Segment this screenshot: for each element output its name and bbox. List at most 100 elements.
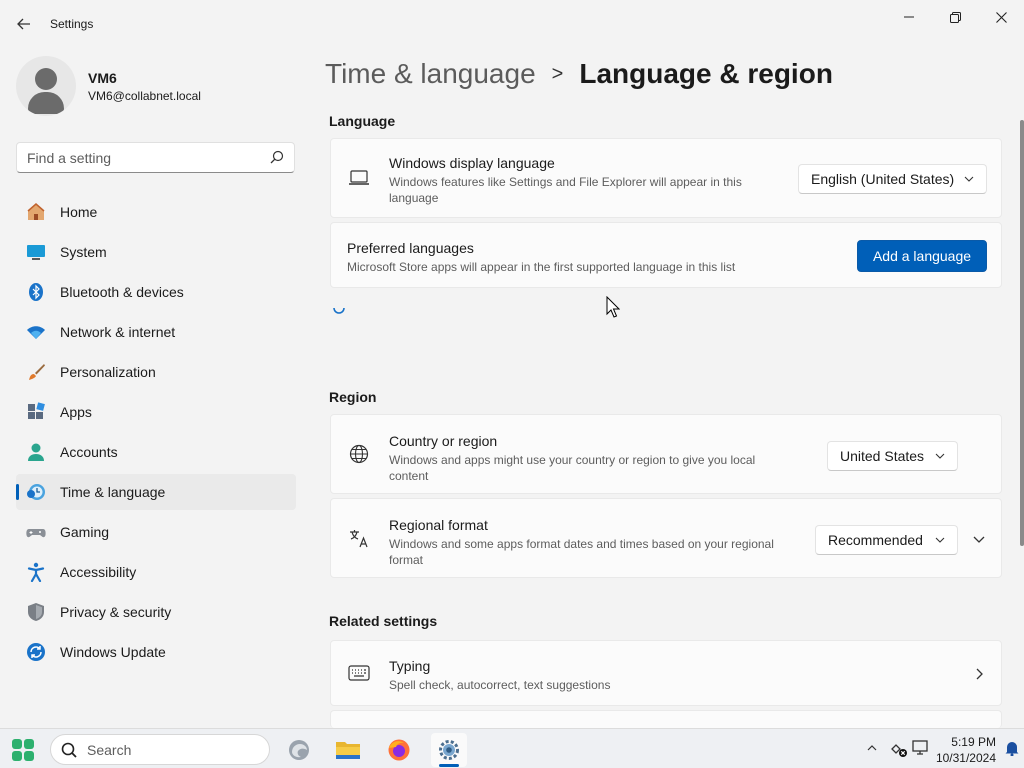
edge-taskbar-button[interactable] xyxy=(281,733,317,767)
search-input[interactable] xyxy=(17,143,257,172)
time-language-icon xyxy=(26,482,46,502)
shield-icon xyxy=(26,602,46,622)
file-explorer-taskbar-button[interactable] xyxy=(330,733,366,767)
sidebar-item-personalization[interactable]: Personalization xyxy=(16,354,296,390)
sidebar-item-label: Gaming xyxy=(60,524,110,540)
sidebar-item-privacy[interactable]: Privacy & security xyxy=(16,594,296,630)
monitor-icon xyxy=(912,740,928,755)
clock-time: 5:19 PM xyxy=(951,735,996,749)
accounts-icon xyxy=(26,442,46,462)
sidebar-item-label: Bluetooth & devices xyxy=(60,284,184,300)
gear-icon xyxy=(439,740,459,760)
show-hidden-icons-button[interactable] xyxy=(867,741,877,755)
breadcrumb-parent[interactable]: Time & language xyxy=(325,58,536,90)
back-button[interactable] xyxy=(10,12,38,36)
search-icon xyxy=(61,742,77,758)
regional-format-value: Recommended xyxy=(828,532,923,548)
mouse-cursor-icon xyxy=(606,296,620,318)
related-settings-title: Related settings xyxy=(329,613,438,629)
typing-card[interactable]: Typing Spell check, autocorrect, text su… xyxy=(330,640,1002,706)
chevron-right-icon xyxy=(971,666,987,682)
display-language-description: Windows features like Settings and File … xyxy=(389,175,742,205)
chevron-up-icon xyxy=(867,745,877,751)
settings-search-box[interactable] xyxy=(16,142,295,173)
bluetooth-icon xyxy=(26,282,46,302)
sidebar-item-accessibility[interactable]: Accessibility xyxy=(16,554,296,590)
chevron-down-icon xyxy=(935,537,945,543)
apps-icon xyxy=(26,402,46,422)
restore-button[interactable] xyxy=(932,4,978,30)
expand-regional-format-button[interactable] xyxy=(967,527,991,551)
main-scrollbar[interactable] xyxy=(1020,120,1024,546)
minimize-icon xyxy=(904,16,914,18)
sidebar-item-label: Personalization xyxy=(60,364,156,380)
chevron-down-icon xyxy=(964,176,974,182)
breadcrumb-separator: > xyxy=(551,62,564,85)
sidebar-item-label: Accounts xyxy=(60,444,118,460)
country-region-description: Windows and apps might use your country … xyxy=(389,453,756,483)
taskbar-search[interactable]: Search xyxy=(50,734,270,765)
display-tray-button[interactable] xyxy=(912,739,930,760)
add-language-button[interactable]: Add a language xyxy=(857,240,987,272)
sidebar-item-system[interactable]: System xyxy=(16,234,296,270)
profile-name: VM6 xyxy=(88,69,117,86)
sidebar-item-bluetooth[interactable]: Bluetooth & devices xyxy=(16,274,296,310)
start-button[interactable] xyxy=(11,738,35,762)
edge-icon xyxy=(289,740,309,760)
chevron-down-icon xyxy=(935,453,945,459)
preferred-languages-description: Microsoft Store apps will appear in the … xyxy=(347,260,736,274)
notifications-button[interactable] xyxy=(1005,740,1019,759)
sidebar-item-label: System xyxy=(60,244,107,260)
chevron-down-icon xyxy=(973,536,985,543)
loading-spinner-icon xyxy=(333,307,345,314)
region-section-title: Region xyxy=(329,389,377,405)
bell-icon xyxy=(1005,742,1019,757)
typing-description: Spell check, autocorrect, text suggestio… xyxy=(389,678,611,692)
search-icon xyxy=(270,150,284,164)
firefox-icon xyxy=(388,739,410,761)
gaming-icon xyxy=(26,522,46,542)
minimize-button[interactable] xyxy=(886,4,932,30)
close-icon xyxy=(995,11,1007,23)
sidebar-item-time-language[interactable]: Time & language xyxy=(16,474,296,510)
sidebar-item-network[interactable]: Network & internet xyxy=(16,314,296,350)
display-language-value: English (United States) xyxy=(811,171,955,187)
sidebar-item-label: Windows Update xyxy=(60,644,166,660)
user-profile[interactable]: VM6 VM6@collabnet.local xyxy=(16,56,201,116)
country-region-title: Country or region xyxy=(389,433,498,449)
regional-format-title: Regional format xyxy=(389,517,488,533)
sidebar-item-label: Accessibility xyxy=(60,564,137,580)
sidebar-item-gaming[interactable]: Gaming xyxy=(16,514,296,550)
breadcrumb: Time & language > Language & region xyxy=(325,58,833,90)
typing-title: Typing xyxy=(389,658,431,674)
sidebar-item-apps[interactable]: Apps xyxy=(16,394,296,430)
next-related-card[interactable] xyxy=(330,710,1002,728)
close-button[interactable] xyxy=(978,4,1024,30)
clock[interactable]: 5:19 PM 10/31/2024 xyxy=(930,734,996,766)
regional-format-card: Regional format Windows and some apps fo… xyxy=(330,498,1002,578)
firefox-taskbar-button[interactable] xyxy=(381,733,417,767)
sidebar-item-label: Home xyxy=(60,204,98,220)
display-language-dropdown[interactable]: English (United States) xyxy=(798,164,987,194)
restore-icon xyxy=(949,11,961,23)
avatar xyxy=(16,56,76,116)
home-icon xyxy=(26,202,46,222)
brush-icon xyxy=(26,362,46,382)
accessibility-icon xyxy=(26,562,46,582)
country-region-card: Country or region Windows and apps might… xyxy=(330,414,1002,494)
sidebar-item-home[interactable]: Home xyxy=(16,194,296,230)
network-status-button[interactable] xyxy=(890,740,908,761)
preferred-languages-title: Preferred languages xyxy=(347,240,474,256)
sidebar-item-label: Apps xyxy=(60,404,92,420)
sidebar-item-label: Time & language xyxy=(60,484,166,500)
language-section-title: Language xyxy=(329,113,396,129)
profile-email: VM6@collabnet.local xyxy=(88,88,201,103)
country-region-dropdown[interactable]: United States xyxy=(827,441,958,471)
regional-format-dropdown[interactable]: Recommended xyxy=(815,525,958,555)
taskbar-search-label: Search xyxy=(87,741,132,758)
taskbar: Search 5:19 PM 10/31/2024 xyxy=(0,728,1024,768)
sidebar-item-windows-update[interactable]: Windows Update xyxy=(16,634,296,670)
settings-taskbar-button[interactable] xyxy=(431,733,467,767)
sidebar-item-accounts[interactable]: Accounts xyxy=(16,434,296,470)
sidebar-nav: Home System Bluetooth & devices Network … xyxy=(16,194,296,674)
